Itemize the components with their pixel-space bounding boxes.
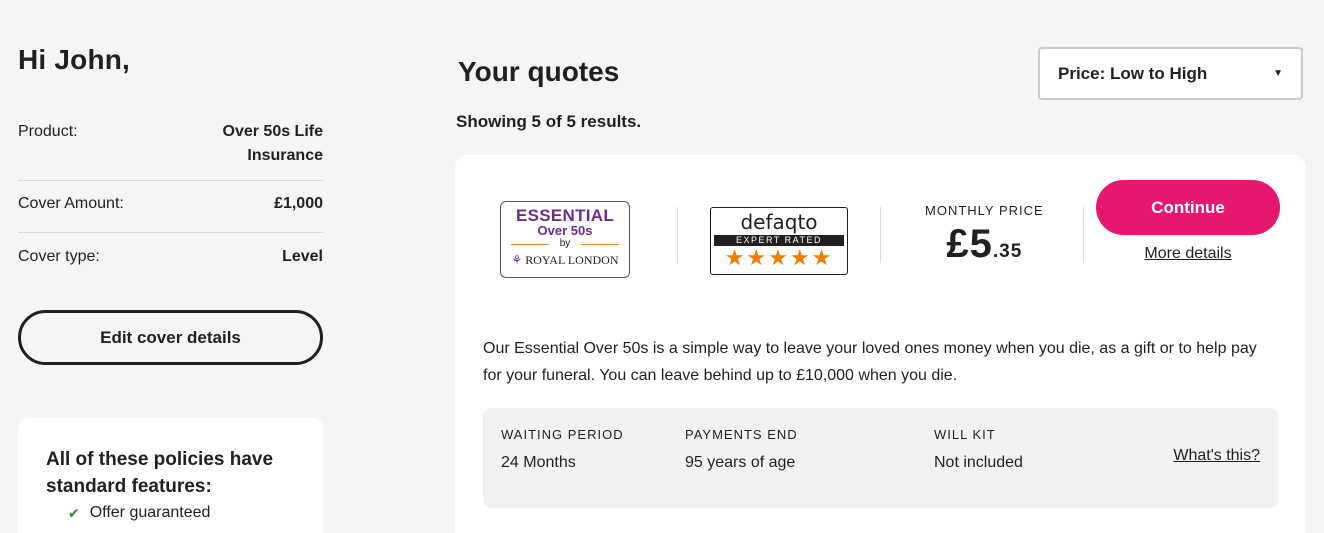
quote-card: ESSENTIAL Over 50s by ⚘ ROYAL LONDON def… bbox=[455, 155, 1306, 533]
cover-amount-label: Cover Amount: bbox=[18, 195, 124, 212]
more-details-link[interactable]: More details bbox=[1096, 245, 1280, 263]
page: Hi John, Product: Over 50s Life Insuranc… bbox=[0, 0, 1324, 533]
monthly-price-label: MONTHLY PRICE bbox=[925, 203, 1044, 218]
price-pounds: £5 bbox=[946, 222, 993, 266]
standard-features-card: All of these policies have standard feat… bbox=[18, 418, 323, 533]
price-pence: .35 bbox=[992, 241, 1023, 262]
feature-label: WAITING PERIOD bbox=[501, 427, 624, 442]
feature-waiting-period: WAITING PERIOD 24 Months bbox=[501, 427, 624, 472]
monthly-price-block: MONTHLY PRICE £5.35 bbox=[925, 203, 1044, 267]
page-title: Your quotes bbox=[458, 56, 620, 87]
logo-rule-right bbox=[581, 244, 619, 245]
feature-value: 95 years of age bbox=[685, 454, 796, 471]
whats-this-link[interactable]: What's this? bbox=[1173, 447, 1260, 465]
feature-value: 24 Months bbox=[501, 454, 576, 471]
divider bbox=[677, 207, 678, 263]
logo-line-essential: ESSENTIAL bbox=[515, 206, 615, 225]
logo-rule-left bbox=[511, 244, 549, 245]
summary-row-cover-amount: Cover Amount: £1,000 bbox=[18, 181, 323, 233]
feature-label: WILL KIT bbox=[934, 427, 996, 442]
cover-type-value: Level bbox=[282, 248, 323, 265]
logo-line-royal-london: ⚘ ROYAL LONDON bbox=[501, 253, 629, 267]
defaqto-brand: defaqto bbox=[740, 210, 818, 234]
feature-item: ✔ Offer guaranteed bbox=[68, 504, 295, 522]
summary-row-cover-type: Cover type: Level bbox=[18, 233, 323, 285]
check-icon: ✔ bbox=[68, 504, 80, 521]
divider bbox=[1083, 207, 1084, 263]
results-count: Showing 5 of 5 results. bbox=[456, 112, 642, 131]
feature-item-label: Offer guaranteed bbox=[89, 504, 211, 521]
defaqto-rating-badge: defaqto EXPERT RATED ★★★★★ bbox=[710, 207, 848, 275]
feature-will-kit: WILL KIT Not included bbox=[934, 427, 1023, 472]
logo-by-text: by bbox=[559, 238, 571, 249]
logo-line-over-50s: Over 50s bbox=[537, 223, 593, 238]
continue-button[interactable]: Continue bbox=[1096, 180, 1280, 235]
caret-down-icon: ▼ bbox=[1273, 68, 1283, 79]
logo-royal-london-text: ROYAL LONDON bbox=[525, 253, 619, 267]
feature-payments-end: PAYMENTS END 95 years of age bbox=[685, 427, 798, 472]
quote-features-panel: WAITING PERIOD 24 Months PAYMENTS END 95… bbox=[483, 408, 1278, 508]
five-star-icon: ★★★★★ bbox=[724, 245, 834, 270]
summary-row-product: Product: Over 50s Life Insurance bbox=[18, 112, 323, 181]
greeting: Hi John, bbox=[18, 44, 131, 75]
sort-selected-value: Price: Low to High bbox=[1058, 63, 1208, 83]
monthly-price-value: £5.35 bbox=[925, 222, 1044, 267]
divider bbox=[880, 207, 881, 263]
product-value: Over 50s Life Insurance bbox=[222, 123, 324, 164]
standard-features-title: All of these policies have standard feat… bbox=[46, 449, 274, 497]
essential-over-50s-logo: ESSENTIAL Over 50s by ⚘ ROYAL LONDON bbox=[500, 201, 630, 278]
feature-label: PAYMENTS END bbox=[685, 427, 798, 442]
edit-cover-details-button[interactable]: Edit cover details bbox=[18, 310, 323, 365]
feature-value: Not included bbox=[934, 454, 1023, 471]
product-label: Product: bbox=[18, 123, 78, 140]
royal-london-icon: ⚘ bbox=[511, 253, 523, 267]
cover-amount-value: £1,000 bbox=[274, 195, 323, 212]
sort-dropdown[interactable]: Price: Low to High ▼ bbox=[1038, 47, 1303, 100]
cover-type-label: Cover type: bbox=[18, 248, 100, 265]
cover-summary: Product: Over 50s Life Insurance Cover A… bbox=[18, 112, 323, 285]
quote-description: Our Essential Over 50s is a simple way t… bbox=[483, 340, 1257, 384]
logo-line-by: by bbox=[509, 238, 621, 250]
